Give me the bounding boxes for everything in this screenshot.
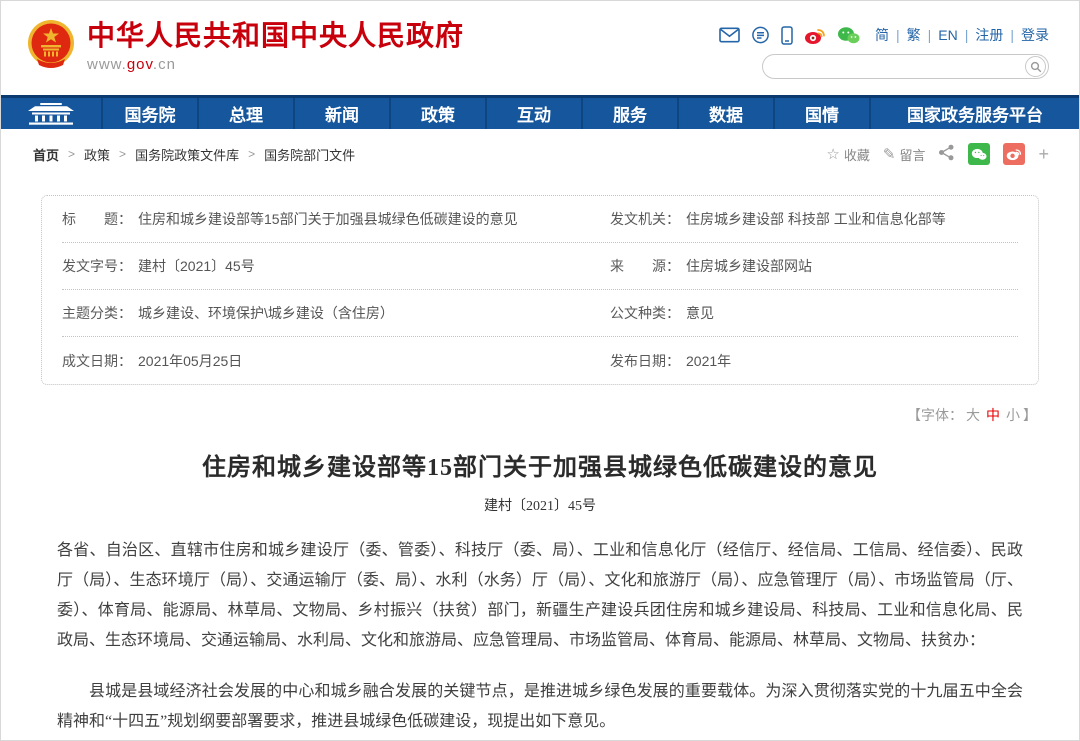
nav-services[interactable]: 服务 <box>581 98 677 129</box>
lang-simplified[interactable]: 简 <box>875 25 889 45</box>
meta-value-issuing-agency: 住房城乡建设部 科技部 工业和信息化部等 <box>686 209 946 229</box>
nav-national-conditions[interactable]: 国情 <box>773 98 869 129</box>
weibo-share-icon[interactable] <box>1003 143 1025 165</box>
site-url: www.gov.cn <box>87 56 464 73</box>
article-paragraph-intro: 县城是县域经济社会发展的中心和城乡融合发展的关键节点，是推进城乡绿色发展的重要载… <box>57 677 1023 737</box>
lang-english[interactable]: EN <box>938 27 957 43</box>
breadcrumb-department-documents[interactable]: 国务院部门文件 <box>264 145 355 164</box>
article-title: 住房和城乡建设部等15部门关于加强县城绿色低碳建设的意见 <box>57 447 1023 482</box>
font-size-medium[interactable]: 中 <box>986 407 1000 423</box>
meta-label-doc-type: 公文种类： <box>610 303 680 323</box>
message-bubble-icon[interactable] <box>751 26 770 45</box>
meta-label-publish-date: 发布日期： <box>610 351 680 371</box>
article: 住房和城乡建设部等15部门关于加强县城绿色低碳建设的意见 建村〔2021〕45号… <box>57 447 1023 737</box>
meta-value-subject-category: 城乡建设、环境保护\城乡建设（含住房） <box>138 303 394 323</box>
breadcrumb-policy-library[interactable]: 国务院政策文件库 <box>135 145 239 164</box>
pencil-icon: ✎ <box>883 145 896 163</box>
header-right: 简 | 繁 | EN | 注册 | 登录 <box>719 19 1049 95</box>
mobile-icon[interactable] <box>781 26 793 45</box>
meta-value-written-date: 2021年05月25日 <box>138 351 242 371</box>
nav-policy[interactable]: 政策 <box>389 98 485 129</box>
font-size-small[interactable]: 小 <box>1006 407 1020 423</box>
lang-traditional[interactable]: 繁 <box>907 25 921 45</box>
breadcrumb-separator: > <box>248 147 255 161</box>
meta-label-subject-category: 主题分类： <box>62 303 132 323</box>
breadcrumb-separator: > <box>119 147 126 161</box>
nav-home[interactable] <box>1 98 101 129</box>
site-header: 中华人民共和国中央人民政府 www.gov.cn 简 | 繁 <box>1 1 1079 95</box>
site-logo[interactable]: 中华人民共和国中央人民政府 www.gov.cn <box>27 19 464 95</box>
more-share-button[interactable]: + <box>1038 145 1049 163</box>
nav-news[interactable]: 新闻 <box>293 98 389 129</box>
nav-interaction[interactable]: 互动 <box>485 98 581 129</box>
meta-value-title: 住房和城乡建设部等15部门关于加强县城绿色低碳建设的意见 <box>138 209 518 229</box>
share-icon[interactable] <box>938 144 955 164</box>
search-bar <box>762 54 1049 79</box>
meta-row-docnumber: 发文字号： 建村〔2021〕45号 来 源： 住房城乡建设部网站 <box>62 243 1018 290</box>
document-meta-panel: 标 题： 住房和城乡建设部等15部门关于加强县城绿色低碳建设的意见 发文机关： 住房… <box>41 195 1039 385</box>
meta-value-doc-type: 意见 <box>686 303 714 323</box>
font-size-prefix: 【字体： <box>907 407 963 423</box>
article-doc-number: 建村〔2021〕45号 <box>57 495 1023 515</box>
nav-state-council[interactable]: 国务院 <box>101 98 197 129</box>
meta-label-written-date: 成文日期： <box>62 351 132 371</box>
meta-label-title: 标 题： <box>62 209 132 229</box>
wechat-share-icon[interactable] <box>968 143 990 165</box>
main-nav: 国务院 总理 新闻 政策 互动 服务 数据 国情 国家政务服务平台 <box>1 95 1079 129</box>
favorite-button[interactable]: ☆ 收藏 <box>826 145 869 164</box>
meta-row-category: 主题分类： 城乡建设、环境保护\城乡建设（含住房） 公文种类： 意见 <box>62 290 1018 337</box>
breadcrumb-home[interactable]: 首页 <box>33 145 59 164</box>
meta-value-publish-date: 2021年 <box>686 351 731 371</box>
header-quick-links: 简 | 繁 | EN | 注册 | 登录 <box>719 25 1049 45</box>
nav-gov-service-platform[interactable]: 国家政务服务平台 <box>869 98 1079 129</box>
national-emblem-icon <box>27 19 75 69</box>
lang-links: 简 | 繁 | EN | 注册 | 登录 <box>875 25 1049 45</box>
mail-icon[interactable] <box>719 27 740 43</box>
register-link[interactable]: 注册 <box>975 25 1003 45</box>
font-size-suffix: 】 <box>1023 407 1037 423</box>
nav-data[interactable]: 数据 <box>677 98 773 129</box>
tiananmen-icon <box>25 103 77 125</box>
search-button[interactable] <box>1025 56 1046 77</box>
article-paragraph-recipients: 各省、自治区、直辖市住房和城乡建设厅（委、管委）、科技厅（委、局）、工业和信息化… <box>57 536 1023 656</box>
meta-value-doc-number: 建村〔2021〕45号 <box>138 256 255 276</box>
search-input[interactable] <box>763 55 1048 78</box>
login-link[interactable]: 登录 <box>1021 25 1049 45</box>
nav-premier[interactable]: 总理 <box>197 98 293 129</box>
weibo-icon[interactable] <box>804 26 826 45</box>
meta-label-source: 来 源： <box>610 256 680 276</box>
comment-button[interactable]: ✎ 留言 <box>883 145 926 164</box>
meta-value-source: 住房城乡建设部网站 <box>686 256 812 276</box>
font-size-large[interactable]: 大 <box>966 407 980 423</box>
logo-text: 中华人民共和国中央人民政府 www.gov.cn <box>87 19 464 73</box>
meta-label-issuing-agency: 发文机关： <box>610 209 680 229</box>
wechat-icon[interactable] <box>837 26 860 45</box>
page-actions: ☆ 收藏 ✎ 留言 + <box>826 143 1049 165</box>
meta-row-dates: 成文日期： 2021年05月25日 发布日期： 2021年 <box>62 337 1018 384</box>
breadcrumb-policy[interactable]: 政策 <box>84 145 110 164</box>
breadcrumb-row: 首页 > 政策 > 国务院政策文件库 > 国务院部门文件 ☆ 收藏 ✎ 留言 + <box>1 129 1079 177</box>
breadcrumb-separator: > <box>68 147 75 161</box>
meta-label-doc-number: 发文字号： <box>62 256 132 276</box>
breadcrumb: 首页 > 政策 > 国务院政策文件库 > 国务院部门文件 <box>33 145 355 164</box>
site-title: 中华人民共和国中央人民政府 <box>87 19 464 53</box>
font-size-selector: 【字体：大中小】 <box>43 405 1037 425</box>
star-icon: ☆ <box>826 145 839 163</box>
meta-row-title: 标 题： 住房和城乡建设部等15部门关于加强县城绿色低碳建设的意见 发文机关： 住房… <box>62 196 1018 243</box>
